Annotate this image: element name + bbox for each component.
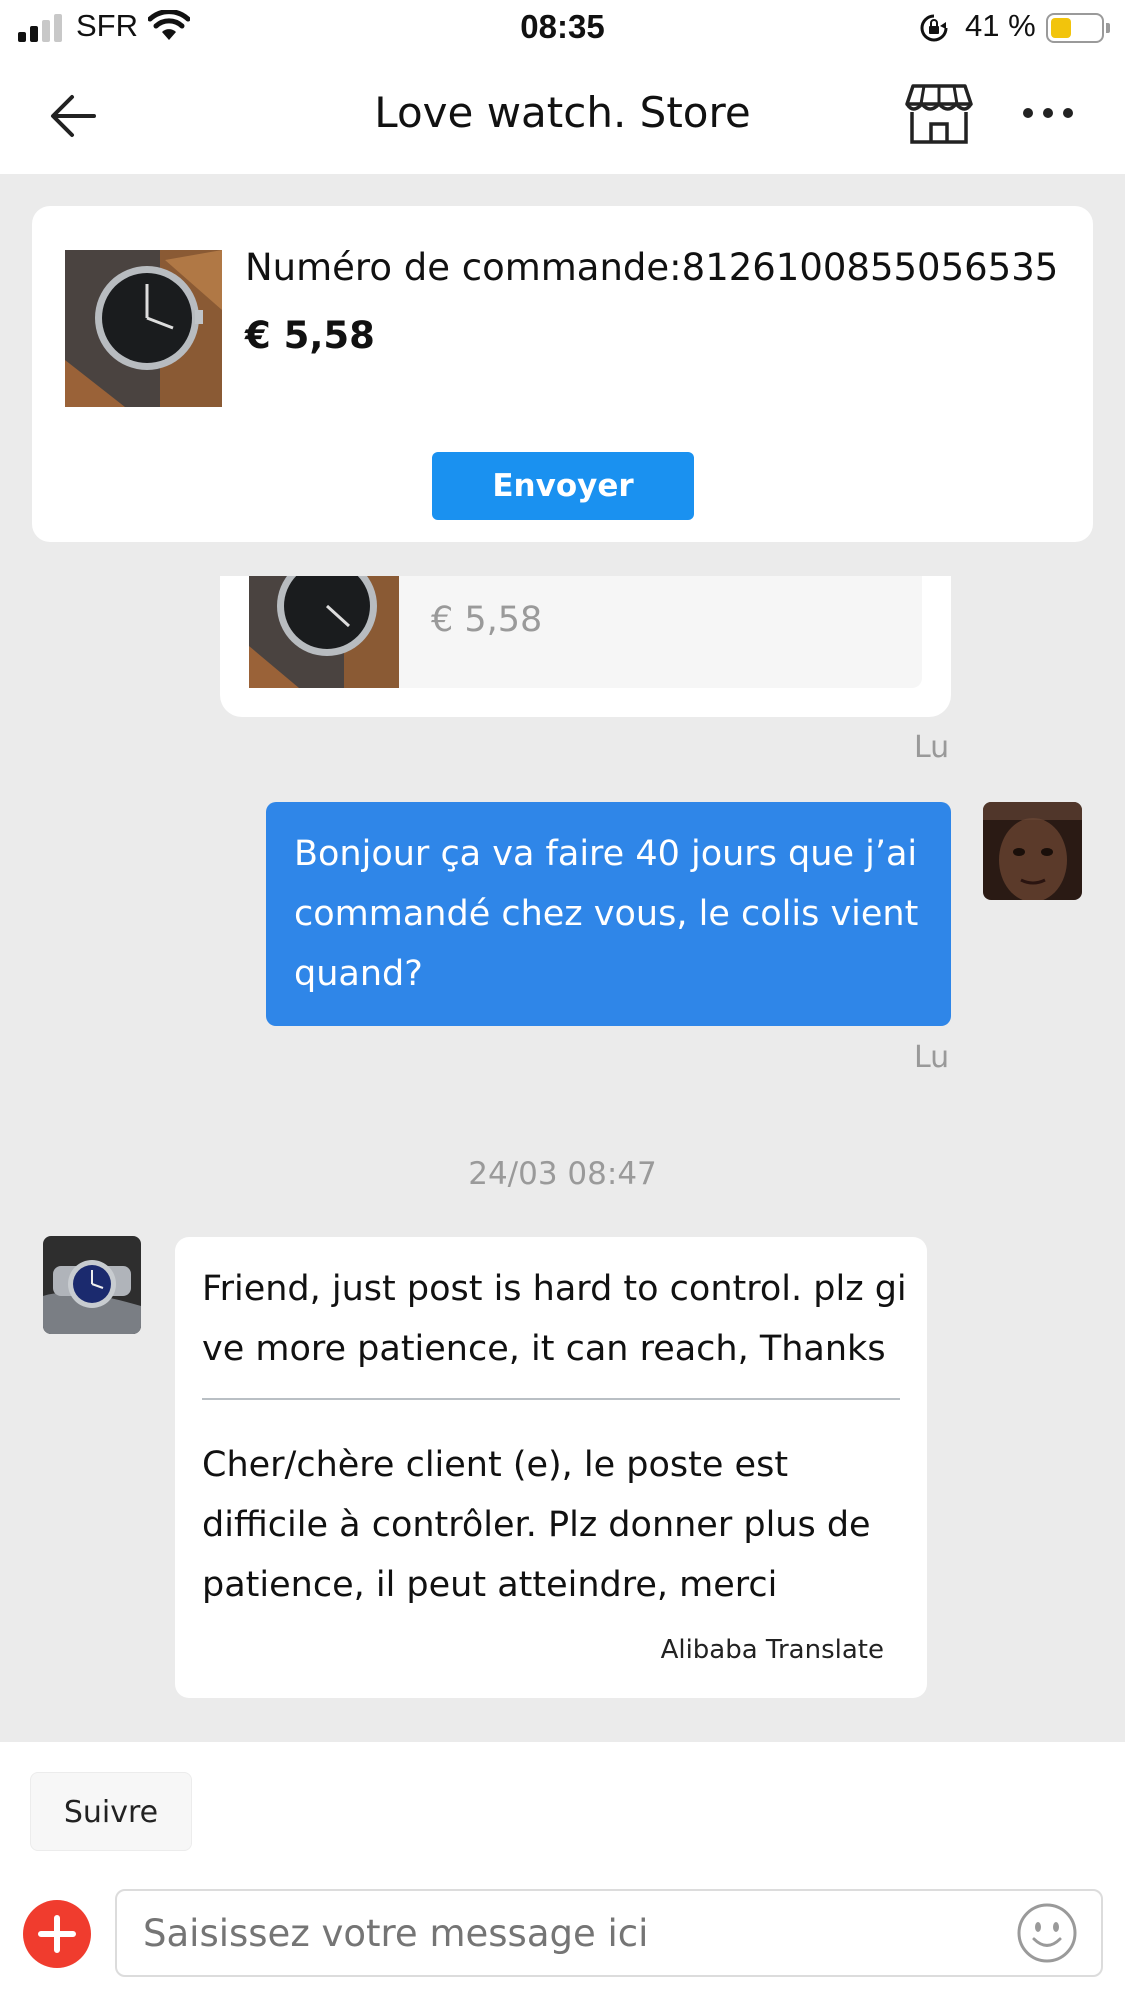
status-bar: SFR 08:35 41 %	[0, 0, 1125, 58]
more-icon[interactable]	[1018, 88, 1078, 138]
message-input[interactable]	[115, 1889, 1103, 1977]
product-message[interactable]: € 5,58	[220, 576, 951, 717]
translation-divider	[202, 1398, 900, 1400]
outgoing-message[interactable]: Bonjour ça va faire 40 jours que j’ai co…	[266, 802, 951, 1026]
product-message-card: € 5,58	[249, 576, 922, 688]
incoming-translated-text: Cher/chère client (e), le poste est diff…	[202, 1445, 871, 1605]
follow-button[interactable]: Suivre	[30, 1772, 192, 1851]
order-number: Numéro de commande:8126100855056535	[245, 246, 1059, 289]
nav-bar: Love watch. Store	[0, 58, 1125, 174]
user-avatar[interactable]	[983, 802, 1082, 900]
watch-product-image	[65, 250, 222, 407]
status-time: 08:35	[520, 8, 605, 45]
order-panel: Numéro de commande:8126100855056535 € 5,…	[0, 174, 1125, 576]
battery-percent: 41 %	[965, 8, 1036, 43]
composer-area: Suivre	[0, 1742, 1125, 2000]
watch-product-image	[249, 576, 399, 688]
orientation-lock-icon	[920, 14, 948, 42]
store-icon[interactable]	[904, 82, 974, 146]
product-price: € 5,58	[431, 600, 543, 640]
send-order-button[interactable]: Envoyer	[432, 452, 694, 520]
read-receipt: Lu	[914, 730, 950, 765]
emoji-icon[interactable]	[1016, 1902, 1078, 1964]
translation-credit: Alibaba Translate	[660, 1635, 884, 1665]
incoming-original-text: Friend, just post is hard to control. pl…	[202, 1269, 907, 1369]
plus-icon[interactable]	[23, 1900, 91, 1968]
message-timestamp: 24/03 08:47	[468, 1156, 657, 1192]
read-receipt: Lu	[914, 1040, 950, 1075]
incoming-message[interactable]: Friend, just post is hard to control. pl…	[175, 1237, 927, 1698]
battery-icon	[1046, 13, 1110, 43]
store-avatar[interactable]	[43, 1236, 141, 1334]
order-price: € 5,58	[245, 314, 375, 357]
order-card: Numéro de commande:8126100855056535 € 5,…	[32, 206, 1093, 542]
